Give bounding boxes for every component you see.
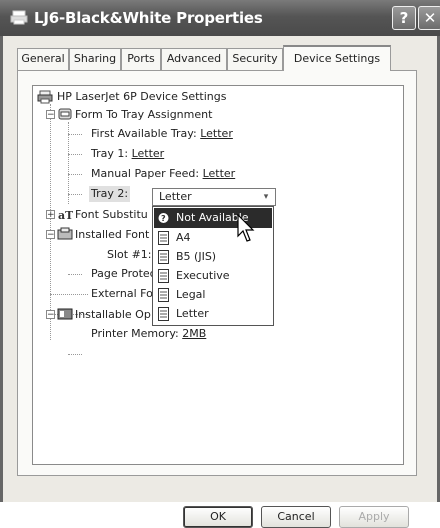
tab-advanced[interactable]: Advanced — [161, 48, 227, 70]
paper-icon — [158, 231, 169, 245]
tab-general[interactable]: General — [17, 48, 69, 70]
paper-icon — [158, 288, 169, 302]
tree-line — [68, 134, 82, 135]
collapse-icon[interactable]: − — [46, 110, 55, 120]
tree-line — [50, 104, 51, 340]
cancel-button[interactable]: Cancel — [261, 506, 331, 528]
tab-sharing[interactable]: Sharing — [69, 48, 121, 70]
tree-item-form-to-tray[interactable]: Form To Tray Assignment — [75, 107, 212, 123]
tree-item-installable-options[interactable]: Installable Op — [75, 307, 151, 323]
manual-feed-label: Manual Paper Feed: — [91, 167, 200, 180]
svg-text:aT: aT — [58, 209, 73, 221]
font-cartridge-icon — [57, 227, 73, 240]
tree-item-tray-2-label[interactable]: Tray 2: — [89, 186, 131, 202]
options-icon — [57, 308, 73, 320]
printer-icon — [37, 90, 53, 104]
first-tray-label: First Available Tray: — [91, 127, 197, 140]
paper-icon — [158, 250, 169, 264]
tray-1-label: Tray 1: — [91, 147, 129, 160]
tray-2-combo-value: Letter — [159, 190, 192, 203]
svg-text:?: ? — [161, 214, 166, 223]
paper-icon — [158, 307, 169, 321]
tree-item-printer-memory[interactable]: Printer Memory: 2MB — [91, 326, 206, 342]
tree-line — [68, 154, 82, 155]
collapse-icon[interactable]: − — [46, 310, 55, 320]
question-icon: ? — [158, 213, 169, 223]
tray-1-value[interactable]: Letter — [132, 147, 165, 160]
help-button[interactable]: ? — [392, 6, 416, 30]
close-button[interactable]: ✕ — [418, 6, 440, 30]
tree-item-font-substitution[interactable]: Font Substitu — [75, 207, 148, 223]
option-legal[interactable]: Legal — [154, 285, 272, 305]
tree-line — [68, 274, 82, 275]
tree-line — [68, 174, 82, 175]
tree-item-tray-1[interactable]: Tray 1: Letter — [91, 146, 164, 162]
tree-item-installed-font[interactable]: Installed Font — [75, 227, 149, 243]
slot-1-label: Slot #1: — [107, 248, 152, 261]
apply-button[interactable]: Apply — [339, 506, 409, 528]
title-bar[interactable]: LJ6-Black&White Properties ? ✕ — [0, 0, 440, 36]
tab-device-settings[interactable]: Device Settings — [283, 45, 391, 71]
option-letter[interactable]: Letter — [154, 304, 272, 324]
window-title: LJ6-Black&White Properties — [34, 9, 263, 27]
properties-window: LJ6-Black&White Properties ? ✕ General S… — [0, 0, 440, 528]
tree-line — [68, 194, 82, 195]
font-icon: aT — [58, 209, 73, 221]
tab-ports[interactable]: Ports — [121, 48, 161, 70]
tree-root[interactable]: HP LaserJet 6P Device Settings — [57, 89, 226, 105]
option-b5-jis[interactable]: B5 (JIS) — [154, 247, 272, 267]
collapse-icon[interactable]: − — [46, 230, 55, 240]
ok-button[interactable]: OK — [183, 506, 253, 528]
chevron-down-icon[interactable]: ▾ — [258, 190, 274, 204]
printer-memory-value[interactable]: 2MB — [182, 327, 206, 340]
tab-security[interactable]: Security — [227, 48, 283, 70]
paper-tray-icon — [58, 108, 72, 120]
first-tray-value[interactable]: Letter — [200, 127, 233, 140]
paper-icon — [158, 269, 169, 283]
printer-icon — [10, 10, 28, 25]
expand-icon[interactable]: + — [46, 210, 55, 220]
tray-2-combo[interactable]: Letter ▾ — [152, 188, 276, 206]
option-executive[interactable]: Executive — [154, 266, 272, 286]
tree-item-manual-feed[interactable]: Manual Paper Feed: Letter — [91, 166, 235, 182]
tree-item-first-tray[interactable]: First Available Tray: Letter — [91, 126, 233, 142]
printer-memory-label: Printer Memory: — [91, 327, 179, 340]
manual-feed-value[interactable]: Letter — [203, 167, 236, 180]
tree-line — [68, 354, 82, 355]
mouse-cursor-icon — [237, 214, 255, 242]
tree-line — [50, 294, 88, 295]
